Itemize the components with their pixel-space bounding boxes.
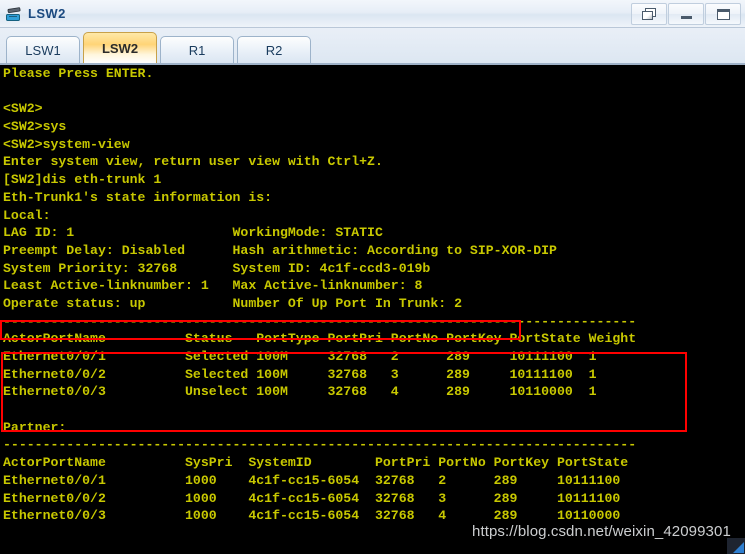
terminal-line: Ethernet0/0/2 1000 4c1f-cc15-6054 32768 … — [3, 490, 621, 506]
terminal-line: Local: — [3, 207, 51, 223]
maximize-button[interactable] — [705, 3, 741, 25]
restore-button[interactable] — [631, 3, 667, 25]
window-titlebar: LSW2 — [0, 0, 745, 28]
terminal-line: Ethernet0/0/1 Selected 100M 32768 2 289 … — [3, 349, 597, 364]
watermark-text: https://blog.csdn.net/weixin_42099301 — [472, 523, 731, 540]
terminal-line: Eth-Trunk1's state information is: — [3, 189, 273, 205]
terminal-console[interactable]: Please Press ENTER. <SW2> <SW2>sys <SW2>sys… — [0, 65, 745, 554]
tab-lsw1[interactable]: LSW1 — [6, 36, 80, 63]
terminal-line: Ethernet0/0/3 Unselect 100M 32768 4 289 … — [3, 384, 597, 400]
window-controls — [630, 2, 741, 26]
tab-label: R1 — [188, 42, 206, 58]
maximize-icon — [716, 8, 730, 20]
tab-label: LSW1 — [25, 42, 61, 58]
terminal-line: System Priority: 32768 System ID: 4c1f-c… — [3, 260, 431, 276]
terminal-line: ActorPortName Status PortType PortPri Po… — [3, 331, 637, 347]
terminal-line: ----------------------------------------… — [3, 437, 637, 453]
terminal-line: [SW2]dis eth-trunk 1 — [3, 172, 162, 188]
minimize-button[interactable] — [668, 3, 704, 25]
terminal-line: Operate status: up Number Of Up Port In … — [3, 295, 462, 311]
tab-r2[interactable]: R2 — [237, 36, 311, 63]
terminal-line: <SW2> — [3, 101, 43, 117]
terminal-line: Preempt Delay: Disabled Hash arithmetic:… — [3, 242, 557, 258]
terminal-line: ActorPortName SysPri SystemID PortPri Po… — [3, 455, 629, 471]
terminal-line: Partner: — [3, 419, 67, 435]
terminal-line: Ethernet0/0/1 1000 4c1f-cc15-6054 32768 … — [3, 472, 621, 488]
terminal-line: LAG ID: 1 WorkingMode: STATIC — [3, 225, 383, 241]
tab-bar-filler — [314, 38, 745, 63]
device-tab-bar: LSW1 LSW2 R1 R2 — [0, 28, 745, 65]
terminal-line: <SW2>system-view — [3, 136, 130, 152]
tab-r1[interactable]: R1 — [160, 36, 234, 63]
minimize-icon — [680, 16, 692, 19]
switch-icon — [5, 5, 23, 23]
restore-icon — [641, 7, 657, 21]
window-title: LSW2 — [28, 6, 66, 21]
terminal-line: Enter system view, return user view with… — [3, 154, 383, 170]
tab-label: R2 — [265, 42, 283, 58]
tab-lsw2[interactable]: LSW2 — [83, 32, 157, 63]
terminal-line: ----------------------------------------… — [3, 313, 637, 329]
terminal-line: Ethernet0/0/2 Selected 100M 32768 3 289 … — [3, 366, 597, 382]
corner-badge — [727, 538, 745, 554]
terminal-line: <SW2>sys — [3, 119, 67, 135]
ensp-terminal-window: LSW2 LSW1 LSW2 R1 R2 Please Press ENTER.… — [0, 0, 745, 554]
terminal-output: Please Press ENTER. <SW2> <SW2>sys <SW2>sys… — [3, 65, 636, 525]
terminal-line: Least Active-linknumber: 1 Max Active-li… — [3, 278, 423, 294]
tab-label: LSW2 — [101, 40, 139, 56]
terminal-line: Please Press ENTER. — [3, 66, 154, 81]
